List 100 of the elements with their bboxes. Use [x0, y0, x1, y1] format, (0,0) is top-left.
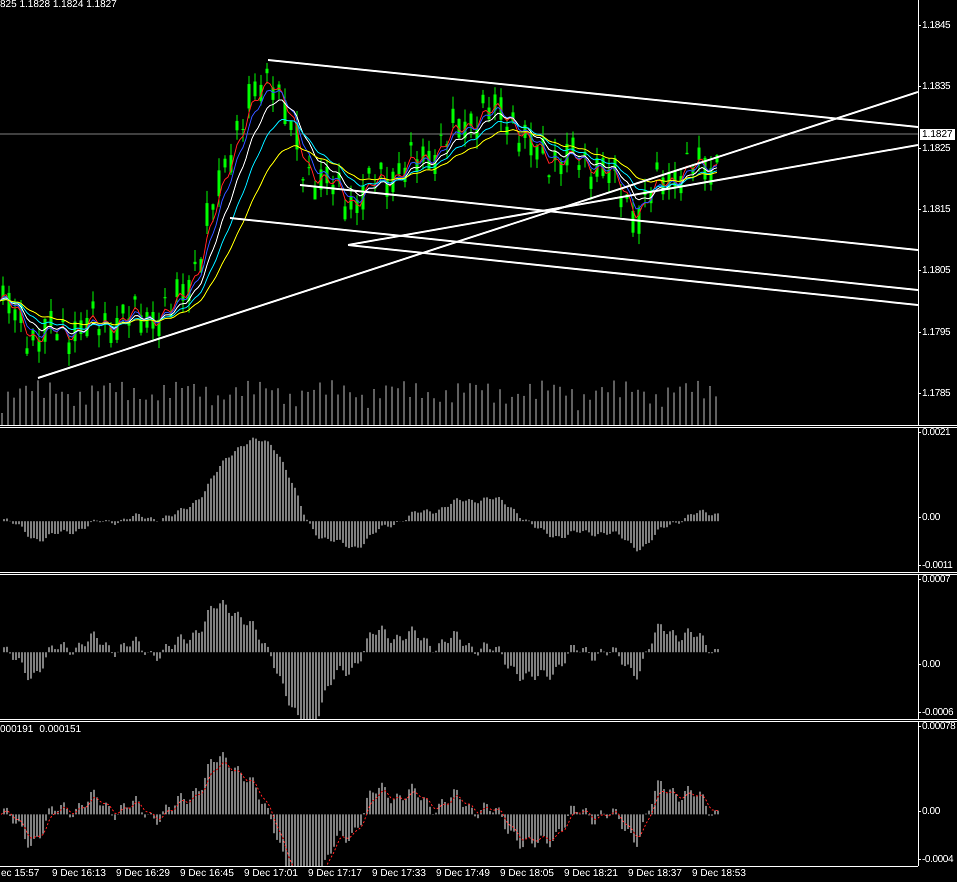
candlestick — [404, 161, 406, 188]
candlestick — [248, 75, 250, 119]
candlestick — [626, 193, 628, 203]
candlestick — [170, 303, 172, 318]
candlestick — [668, 162, 670, 200]
candlestick — [188, 274, 190, 314]
candlestick — [710, 156, 712, 192]
candlestick — [596, 147, 598, 183]
candlestick — [8, 285, 10, 324]
candlestick — [194, 250, 196, 272]
candlestick — [68, 336, 70, 366]
time-label: 9 Dec 18:21 — [563, 867, 619, 881]
candlestick — [314, 180, 316, 200]
time-label: 9 Dec 18:53 — [691, 867, 747, 881]
candlestick — [224, 154, 226, 174]
candlestick — [680, 168, 682, 202]
candlestick — [86, 309, 88, 338]
price-label: 1.1785 — [919, 388, 950, 399]
candlestick — [116, 305, 118, 344]
candlestick — [104, 301, 106, 334]
candlestick — [368, 165, 370, 178]
price-label: 1.1795 — [919, 326, 950, 338]
candlestick — [704, 156, 706, 192]
candlestick — [650, 186, 652, 213]
candlestick — [614, 154, 616, 184]
candlestick — [590, 168, 592, 200]
candlestick — [2, 276, 4, 306]
candlestick — [542, 125, 544, 156]
candlestick — [176, 272, 178, 304]
axis-label: 0.00 — [919, 512, 940, 524]
axis-label: 0.0007 — [919, 574, 950, 585]
candlestick — [164, 288, 166, 308]
time-label: 9 Dec 17:17 — [307, 867, 363, 881]
axis-label: 0.0021 — [919, 427, 950, 438]
candlestick — [332, 175, 334, 206]
candlestick — [674, 161, 676, 200]
candlestick — [458, 118, 460, 140]
candlestick — [218, 158, 220, 208]
candlestick — [662, 170, 664, 201]
candlestick — [206, 190, 208, 234]
axis-label: -0.0006 — [919, 707, 954, 718]
candlestick — [326, 158, 328, 196]
candlestick — [50, 298, 52, 334]
indicator-value: 000191 — [0, 724, 34, 735]
candlestick — [212, 202, 214, 222]
candlestick — [416, 150, 418, 184]
candlestick — [506, 116, 508, 145]
candlestick — [698, 135, 700, 172]
candlestick — [536, 143, 538, 168]
candlestick — [122, 303, 124, 324]
candlestick — [272, 76, 274, 113]
candlestick — [494, 86, 496, 121]
candlestick — [338, 162, 340, 188]
candlestick — [128, 306, 130, 338]
candlestick — [200, 256, 202, 274]
candlestick — [572, 130, 574, 156]
candlestick — [488, 96, 490, 123]
candlestick — [44, 318, 46, 354]
candlestick — [410, 132, 412, 158]
candlestick — [380, 161, 382, 180]
ohlc-values: 825 1.1828 1.1824 1.1827 — [0, 0, 117, 10]
candlestick — [20, 300, 22, 333]
candlestick — [242, 118, 244, 142]
axis-label: -0.0011 — [919, 560, 952, 571]
candlestick — [440, 122, 442, 148]
indicator-value: 0.000151 — [39, 724, 82, 735]
candlestick — [26, 336, 28, 356]
candlestick — [350, 185, 352, 219]
candlestick — [32, 328, 34, 347]
candlestick — [524, 120, 526, 150]
candlestick — [278, 80, 280, 100]
candlestick — [392, 168, 394, 202]
candlestick — [62, 308, 64, 330]
axis-label: 0.00 — [919, 806, 940, 818]
candlestick — [632, 198, 634, 238]
candlestick — [374, 174, 376, 193]
time-label: 9 Dec 18:05 — [499, 867, 555, 881]
candlestick — [302, 176, 304, 193]
axis-label: -0.0004 — [919, 854, 954, 865]
candlestick — [584, 142, 586, 168]
candlestick — [56, 330, 58, 342]
candlestick — [356, 194, 358, 226]
candlestick — [266, 62, 268, 84]
candlestick — [464, 109, 466, 148]
candlestick — [656, 151, 658, 172]
candlestick — [470, 110, 472, 138]
candlestick — [500, 88, 502, 132]
candlestick — [254, 72, 256, 100]
candlestick — [140, 303, 142, 336]
candlestick — [686, 141, 688, 155]
candlestick — [578, 154, 580, 178]
candlestick — [158, 312, 160, 349]
price-label: 1.1815 — [919, 204, 950, 215]
candlestick — [134, 294, 136, 310]
candlestick — [182, 272, 184, 313]
candlestick — [434, 148, 436, 182]
candlestick — [602, 152, 604, 179]
candlestick — [260, 74, 262, 106]
candlestick — [644, 178, 646, 208]
candlestick — [548, 174, 550, 184]
